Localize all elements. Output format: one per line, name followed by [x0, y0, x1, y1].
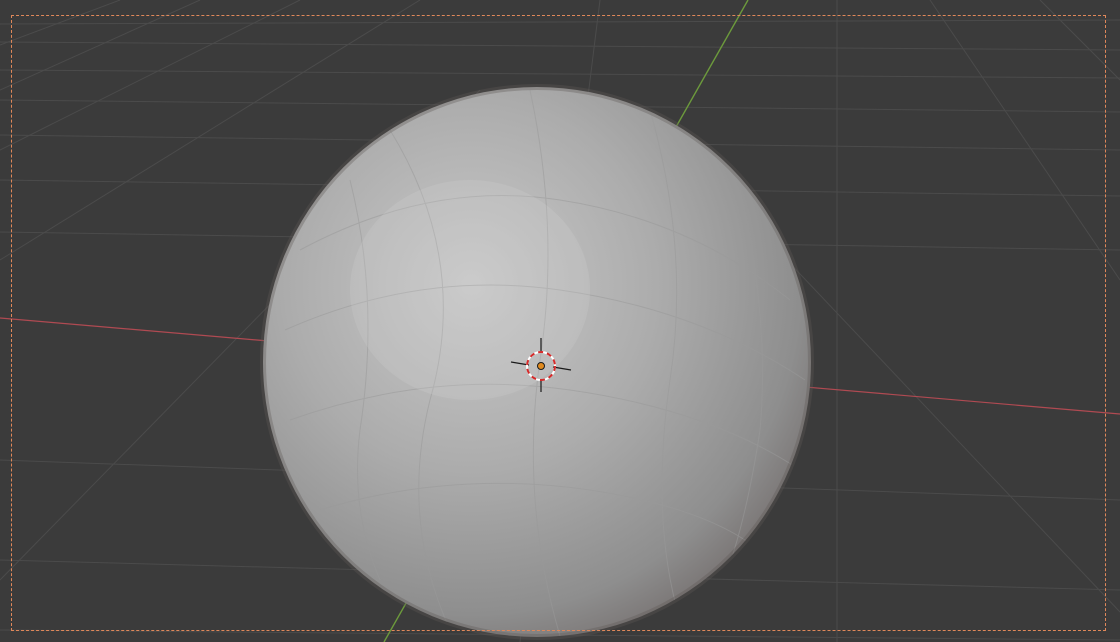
- 3d-viewport[interactable]: [0, 0, 1120, 642]
- viewport-scene[interactable]: [0, 0, 1120, 642]
- object-origin-icon: [537, 362, 545, 370]
- sphere-object[interactable]: [260, 84, 814, 640]
